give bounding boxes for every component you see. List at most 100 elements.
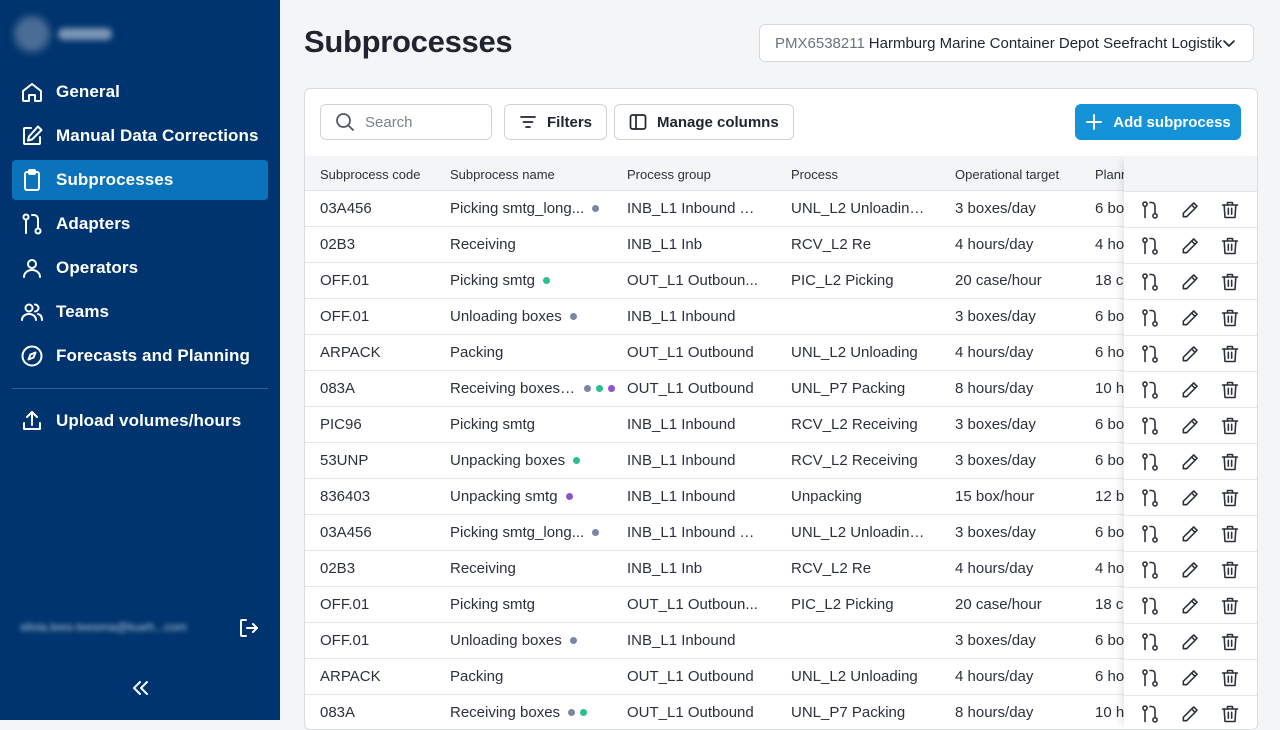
edit-icon[interactable] (1179, 307, 1201, 329)
table-row[interactable]: 083A Receiving boxes ... OUT_L1 Outbound UN… (305, 371, 1257, 407)
tag-dots (573, 457, 585, 464)
edit-icon[interactable] (1179, 451, 1201, 473)
trash-icon[interactable] (1219, 667, 1241, 689)
adapter-icon[interactable] (1139, 667, 1161, 689)
col-process[interactable]: Process (791, 167, 838, 182)
adapter-icon[interactable] (1139, 271, 1161, 293)
table-row[interactable]: 02B3 Receiving INB_L1 Inb RCV_L2 Re 4 hours/… (305, 551, 1257, 587)
table-row[interactable]: 53UNP Unpacking boxes INB_L1 Inbound RCV_L2… (305, 443, 1257, 479)
site-selector[interactable]: PMX6538211 Harmburg Marine Container Dep… (759, 24, 1254, 62)
trash-icon[interactable] (1219, 343, 1241, 365)
adapter-icon[interactable] (1139, 703, 1161, 725)
operational-target: 15 box/hour (955, 488, 1035, 505)
edit-icon[interactable] (1179, 487, 1201, 509)
subprocess-name: Picking smtg (450, 272, 620, 289)
edit-icon[interactable] (1179, 199, 1201, 221)
adapter-icon[interactable] (1139, 523, 1161, 545)
subprocess-name: Unloading boxes (450, 308, 620, 325)
adapter-icon[interactable] (1139, 559, 1161, 581)
edit-icon[interactable] (1179, 379, 1201, 401)
trash-icon[interactable] (1219, 307, 1241, 329)
search-input[interactable] (363, 112, 477, 132)
add-subprocess-button[interactable]: Add subprocess (1075, 104, 1241, 140)
col-subprocess-code[interactable]: Subprocess code (320, 167, 420, 182)
sidebar-item-upload-volumes-hours[interactable]: Upload volumes/hours (12, 401, 268, 441)
planned-value: 18 ca (1095, 272, 1125, 289)
sidebar-item-forecasts-and-planning[interactable]: Forecasts and Planning (12, 336, 268, 376)
table-row[interactable]: 03A456 Picking smtg_long... INB_L1 Inbound… (305, 191, 1257, 227)
table-row[interactable]: ARPACK Packing OUT_L1 Outbound UNL_L2 Unloa… (305, 335, 1257, 371)
edit-icon[interactable] (1179, 523, 1201, 545)
process: RCV_L2 Receiving (791, 452, 918, 469)
adapter-icon[interactable] (1139, 235, 1161, 257)
table-row[interactable]: PIC96 Picking smtg INB_L1 Inbound RCV_L2 Re… (305, 407, 1257, 443)
chevron-down-icon (1221, 35, 1237, 51)
logout-icon[interactable] (237, 616, 261, 640)
table-row[interactable]: OFF.01 Picking smtg OUT_L1 Outboun... PIC_L… (305, 587, 1257, 623)
tag-dots (565, 493, 578, 500)
adapter-icon[interactable] (1139, 199, 1161, 221)
sidebar-item-teams[interactable]: Teams (12, 292, 268, 332)
col-process-group[interactable]: Process group (627, 167, 711, 182)
edit-icon[interactable] (1179, 667, 1201, 689)
adapter-icon[interactable] (1139, 343, 1161, 365)
trash-icon[interactable] (1219, 235, 1241, 257)
col-subprocess-name[interactable]: Subprocess name (450, 167, 555, 182)
adapter-icon[interactable] (1139, 631, 1161, 653)
search-box[interactable] (320, 104, 492, 140)
adapter-icon[interactable] (1139, 307, 1161, 329)
sidebar-item-label: Operators (56, 258, 139, 277)
adapter-icon[interactable] (1139, 595, 1161, 617)
trash-icon[interactable] (1219, 703, 1241, 725)
subprocess-name: Receiving boxes (450, 704, 620, 721)
edit-icon[interactable] (1179, 631, 1201, 653)
sidebar-item-general[interactable]: General (12, 72, 268, 112)
trash-icon[interactable] (1219, 487, 1241, 509)
edit-icon[interactable] (1179, 235, 1201, 257)
table-row[interactable]: OFF.01 Unloading boxes INB_L1 Inbound 3 box… (305, 623, 1257, 659)
table-row[interactable]: OFF.01 Unloading boxes INB_L1 Inbound 3 box… (305, 299, 1257, 335)
edit-icon[interactable] (1179, 595, 1201, 617)
manage-columns-button[interactable]: Manage columns (614, 104, 794, 140)
edit-icon[interactable] (1179, 415, 1201, 437)
trash-icon[interactable] (1219, 559, 1241, 581)
edit-icon[interactable] (1179, 559, 1201, 581)
actions-header (1124, 156, 1257, 192)
trash-icon[interactable] (1219, 631, 1241, 653)
table-row[interactable]: 02B3 Receiving INB_L1 Inb RCV_L2 Re 4 hours/… (305, 227, 1257, 263)
user-row: silvia.tees-teesma@kueh...com (20, 616, 260, 640)
trash-icon[interactable] (1219, 523, 1241, 545)
table-row[interactable]: 083A Receiving boxes OUT_L1 Outbound UNL_P7… (305, 695, 1257, 729)
planned-value: 6 bo (1095, 200, 1125, 217)
edit-icon[interactable] (1179, 703, 1201, 725)
brand-logo[interactable] (14, 14, 114, 54)
trash-icon[interactable] (1219, 595, 1241, 617)
col-operational-target[interactable]: Operational target (955, 167, 1059, 182)
collapse-sidebar-icon[interactable] (128, 676, 152, 700)
edit-icon[interactable] (1179, 271, 1201, 293)
table-row[interactable]: OFF.01 Picking smtg OUT_L1 Outboun... PIC_L… (305, 263, 1257, 299)
table-row[interactable]: 836403 Unpacking smtg INB_L1 Inbound Unpack… (305, 479, 1257, 515)
trash-icon[interactable] (1219, 199, 1241, 221)
trash-icon[interactable] (1219, 451, 1241, 473)
trash-icon[interactable] (1219, 271, 1241, 293)
table-row[interactable]: 03A456 Picking smtg_long... INB_L1 Inbound… (305, 515, 1257, 551)
filters-button[interactable]: Filters (504, 104, 608, 140)
adapter-icon[interactable] (1139, 379, 1161, 401)
sidebar-nav: General Manual Data Corrections Subprocess… (12, 72, 268, 445)
sidebar-item-adapters[interactable]: Adapters (12, 204, 268, 244)
process: UNL_P7 Packing (791, 704, 906, 721)
process: RCV_L2 Receiving (791, 416, 918, 433)
adapter-icon[interactable] (1139, 451, 1161, 473)
trash-icon[interactable] (1219, 379, 1241, 401)
trash-icon[interactable] (1219, 415, 1241, 437)
sidebar-item-operators[interactable]: Operators (12, 248, 268, 288)
sidebar-item-manual-data-corrections[interactable]: Manual Data Corrections (12, 116, 268, 156)
edit-icon[interactable] (1179, 343, 1201, 365)
table-row[interactable]: ARPACK Packing OUT_L1 Outbound UNL_L2 Unloa… (305, 659, 1257, 695)
sidebar-item-subprocesses[interactable]: Subprocesses (12, 160, 268, 200)
adapter-icon[interactable] (1139, 487, 1161, 509)
adapter-icon[interactable] (1139, 415, 1161, 437)
sidebar-item-label: Manual Data Corrections (56, 126, 259, 145)
operational-target: 3 boxes/day (955, 200, 1036, 217)
